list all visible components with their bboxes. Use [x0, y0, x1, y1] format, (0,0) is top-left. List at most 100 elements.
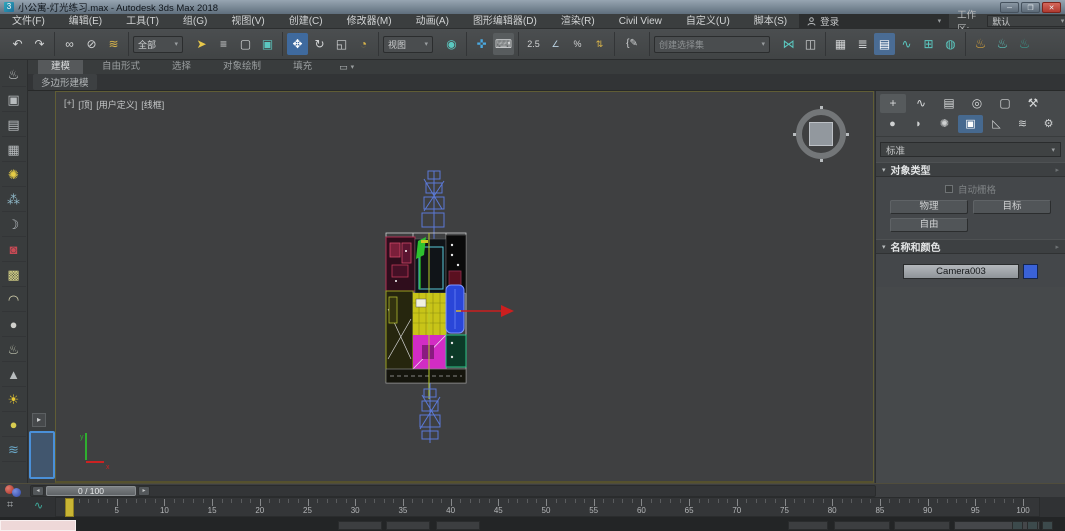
menu-item[interactable]: 修改器(M): [335, 14, 404, 29]
ribbon-tab[interactable]: 对象绘制: [210, 60, 274, 74]
menu-item[interactable]: 编辑(E): [57, 14, 114, 29]
moon-icon[interactable]: ☽: [1, 212, 26, 237]
lightbulb-icon[interactable]: ✺: [1, 162, 26, 187]
object-name-field[interactable]: Camera003: [903, 263, 1019, 279]
viewport-menu-shading[interactable]: [线框]: [141, 98, 164, 111]
viewcube-top-face[interactable]: [809, 122, 833, 146]
space-warps-category[interactable]: ≋: [1010, 115, 1035, 133]
menu-item[interactable]: 工具(T): [114, 14, 171, 29]
flyout-arrow-button[interactable]: ▸: [32, 413, 46, 427]
percent-snap-icon[interactable]: %: [567, 33, 588, 55]
material-editor-icon[interactable]: ◍: [940, 33, 961, 55]
sun-icon[interactable]: ☀: [1, 387, 26, 412]
pyramid-primitive-icon[interactable]: ▲: [1, 362, 26, 387]
teapot-primitive-icon[interactable]: ♨: [1, 337, 26, 362]
viewport-menu-plus[interactable]: [+]: [64, 98, 74, 111]
menu-item[interactable]: 动画(A): [404, 14, 461, 29]
window-crossing-toggle-icon[interactable]: ▣: [257, 33, 278, 55]
keyboard-shortcut-override-icon[interactable]: ⌨: [493, 33, 514, 55]
grid-panel-icon[interactable]: ▦: [1, 137, 26, 162]
reference-coordinate-dropdown[interactable]: 视图 ▾: [383, 35, 433, 53]
select-and-rotate-icon[interactable]: ↻: [309, 33, 330, 55]
pantograph-icon[interactable]: ⌗: [7, 499, 13, 512]
utilities-tab[interactable]: ⚒: [1020, 94, 1046, 113]
helpers-category[interactable]: ◺: [984, 115, 1009, 133]
unlink-selection-icon[interactable]: ⊘: [81, 33, 102, 55]
menu-item[interactable]: 渲染(R): [549, 14, 607, 29]
polygon-modeling-panel[interactable]: 多边形建模: [33, 74, 97, 90]
select-by-name-icon[interactable]: ≡: [213, 33, 234, 55]
cameras-category[interactable]: ▣: [958, 115, 983, 133]
maxscript-mini-listener[interactable]: [0, 520, 76, 531]
menu-item[interactable]: 创建(C): [277, 14, 335, 29]
status-mini-icon[interactable]: [1027, 521, 1038, 530]
ribbon-tab[interactable]: 自由形式: [89, 60, 153, 74]
scene-explorer-icon[interactable]: ▦: [830, 33, 851, 55]
rendered-frame-window-icon[interactable]: ♨: [992, 33, 1013, 55]
schematic-view-icon[interactable]: ⊞: [918, 33, 939, 55]
time-slider-track[interactable]: [30, 485, 876, 497]
minimize-button[interactable]: ─: [1000, 1, 1019, 13]
menu-item[interactable]: 文件(F): [0, 14, 57, 29]
select-and-manipulate-icon[interactable]: ✜: [471, 33, 492, 55]
ribbon-tab[interactable]: 建模: [38, 60, 84, 74]
modify-tab[interactable]: ∿: [908, 94, 934, 113]
status-mini-icon[interactable]: [1042, 521, 1053, 530]
maximize-button[interactable]: ❐: [1021, 1, 1040, 13]
select-and-place-icon[interactable]: ◔: [353, 33, 374, 55]
systems-category[interactable]: ⚙: [1036, 115, 1061, 133]
previous-frame-button[interactable]: ◂: [32, 486, 44, 496]
display-tab[interactable]: ▢: [992, 94, 1018, 113]
sprayer-icon[interactable]: ⁂: [1, 187, 26, 212]
ribbon-tab[interactable]: 填充: [280, 60, 325, 74]
hierarchy-tab[interactable]: ▤: [936, 94, 962, 113]
sphere-yellow-icon[interactable]: ●: [1, 412, 26, 437]
mirror-icon[interactable]: ⋈: [778, 33, 799, 55]
teapot-icon[interactable]: ♨: [1, 62, 26, 87]
object-color-swatch[interactable]: [1023, 263, 1038, 279]
curve-editor-icon[interactable]: ∿: [896, 33, 917, 55]
active-tool-button[interactable]: [29, 431, 55, 479]
autogrid-checkbox[interactable]: [944, 185, 953, 193]
sphere-primitive-icon[interactable]: ●: [1, 312, 26, 337]
snaps-toggle-2.5-icon[interactable]: 2.5: [523, 33, 544, 55]
geometry-category[interactable]: ●: [880, 115, 905, 133]
select-and-scale-icon[interactable]: ◱: [331, 33, 352, 55]
redo-icon[interactable]: ↷: [29, 33, 50, 55]
time-slider-handle[interactable]: 0 / 100: [46, 486, 136, 496]
motion-tab[interactable]: ◎: [964, 94, 990, 113]
angle-snap-icon[interactable]: ∠: [545, 33, 566, 55]
named-selection-sets-dropdown[interactable]: 创建选择集 ▾: [654, 35, 770, 53]
bind-to-space-warp-icon[interactable]: ≋: [103, 33, 124, 55]
align-icon[interactable]: ◫: [800, 33, 821, 55]
render-production-icon[interactable]: ♨: [1014, 33, 1035, 55]
menu-item[interactable]: 脚本(S): [742, 14, 799, 29]
dome-primitive-icon[interactable]: ◠: [1, 287, 26, 312]
menu-item[interactable]: Civil View: [607, 14, 674, 29]
lights-category[interactable]: ✺: [932, 115, 957, 133]
box-primitive-icon[interactable]: ▩: [1, 262, 26, 287]
ribbon-toggle-icon[interactable]: ▤: [874, 33, 895, 55]
viewport-menu-pov[interactable]: [用户定义]: [96, 98, 137, 111]
next-frame-button[interactable]: ▸: [138, 486, 150, 496]
snapshot-icon[interactable]: ▣: [1, 87, 26, 112]
login-dropdown[interactable]: 登录 ▾: [799, 13, 950, 29]
red-blue-balls-icon[interactable]: [5, 485, 25, 497]
select-and-move-icon[interactable]: ✥: [287, 33, 308, 55]
viewcube[interactable]: [793, 106, 849, 162]
camera-type-dropdown[interactable]: 标准 ▾: [880, 142, 1061, 157]
spinner-snap-icon[interactable]: ⇅: [589, 33, 610, 55]
close-button[interactable]: ✕: [1042, 1, 1061, 13]
layer-explorer-icon[interactable]: ≣: [852, 33, 873, 55]
selection-filter-dropdown[interactable]: 全部 ▾: [133, 35, 183, 53]
target-camera-button[interactable]: 目标: [973, 200, 1051, 214]
create-tab[interactable]: +: [880, 94, 906, 113]
workspace-dropdown[interactable]: 默认 ▾: [987, 15, 1065, 27]
waves-icon[interactable]: ≋: [1, 437, 26, 462]
object-type-rollout-header[interactable]: ▾ 对象类型 ▸: [876, 162, 1065, 177]
menu-item[interactable]: 组(G): [171, 14, 219, 29]
list-panel-icon[interactable]: ▤: [1, 112, 26, 137]
ribbon-display-toggle[interactable]: ▭ ▾: [339, 62, 354, 73]
name-color-rollout-header[interactable]: ▾ 名称和颜色 ▸: [876, 239, 1065, 254]
mini-curve-editor-icon[interactable]: ∿: [34, 499, 43, 512]
